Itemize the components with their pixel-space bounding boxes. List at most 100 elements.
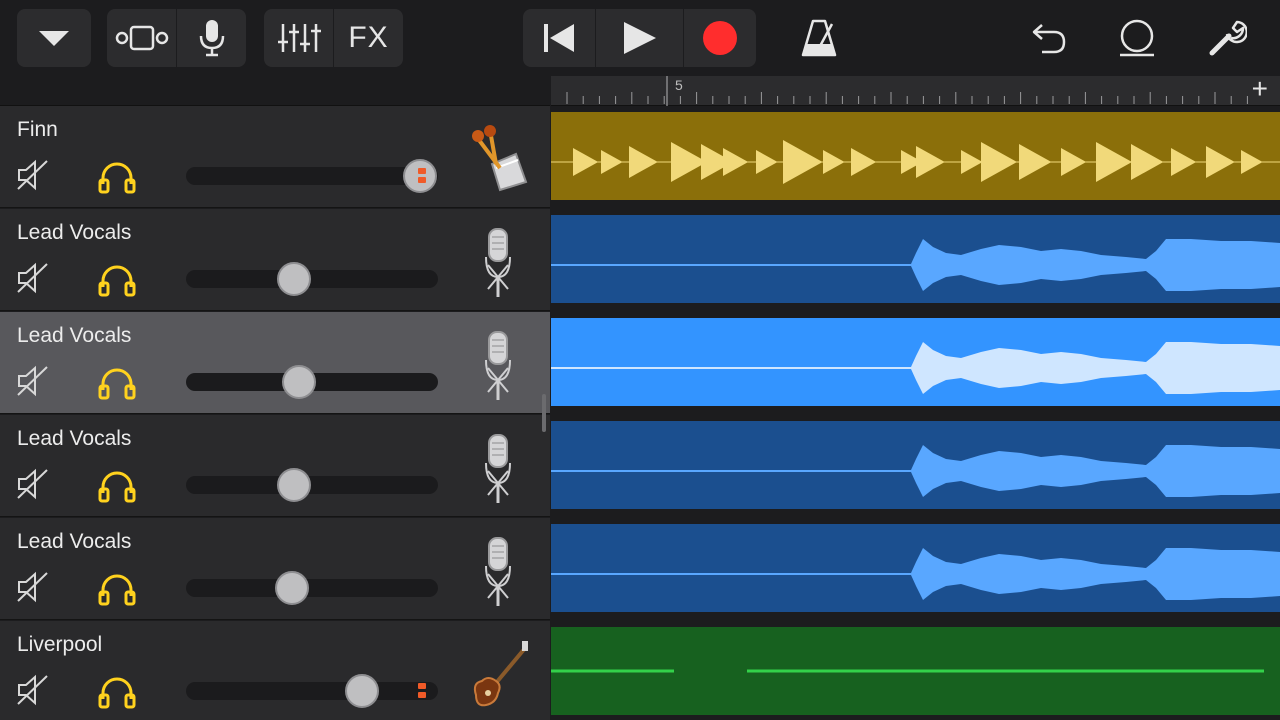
instrument-button[interactable]: [466, 330, 530, 404]
solo-button[interactable]: [97, 261, 137, 297]
speaker-muted-icon: [17, 571, 48, 603]
track-name: Finn: [17, 118, 58, 141]
instrument-button[interactable]: [466, 227, 530, 301]
mute-button[interactable]: [16, 571, 50, 603]
instrument-button[interactable]: [466, 124, 530, 198]
volume-slider-knob[interactable]: [277, 262, 312, 296]
volume-slider[interactable]: [186, 468, 438, 502]
region-waveform: [551, 669, 1264, 673]
instrument-button[interactable]: [466, 639, 530, 713]
region-waveform: [551, 548, 1280, 600]
percussion-icon: [472, 125, 528, 192]
settings-button[interactable]: [1198, 9, 1256, 67]
track-region[interactable]: [551, 627, 1280, 715]
browser-group: [17, 9, 91, 67]
speaker-muted-icon: [17, 468, 48, 500]
dropdown-icon: [39, 31, 69, 46]
volume-slider[interactable]: [186, 674, 438, 708]
bass-guitar-icon: [473, 641, 528, 707]
fx-button[interactable]: FX: [333, 9, 403, 67]
track-header[interactable]: Liverpool: [0, 621, 550, 720]
settings-wrench-icon: [1209, 20, 1247, 56]
timeline-ruler[interactable]: 5 +: [551, 74, 1280, 106]
rewind-button[interactable]: [523, 9, 595, 67]
microphone-icon: [199, 20, 224, 57]
volume-slider-knob[interactable]: [282, 365, 317, 399]
microphone-button[interactable]: [176, 9, 246, 67]
undo-icon: [1032, 24, 1066, 54]
level-meter: [418, 168, 428, 184]
fx-label: FX: [348, 21, 389, 54]
volume-slider-knob[interactable]: [274, 571, 309, 605]
track-region[interactable]: [551, 524, 1280, 612]
rewind-icon: [544, 24, 574, 52]
volume-slider[interactable]: [186, 365, 438, 399]
bar-number: 5: [675, 77, 683, 93]
view-group: [107, 9, 246, 67]
headphones-icon: [98, 574, 136, 606]
mute-button[interactable]: [16, 159, 50, 191]
region-waveform: [551, 445, 1280, 497]
headphones-icon: [98, 677, 136, 709]
add-section-button[interactable]: +: [1252, 74, 1268, 104]
track-header[interactable]: Lead Vocals: [0, 312, 550, 414]
solo-button[interactable]: [97, 673, 137, 709]
mute-button[interactable]: [16, 674, 50, 706]
headphones-icon: [98, 162, 136, 194]
solo-button[interactable]: [97, 467, 137, 503]
track-header-top-spacer: [0, 76, 550, 106]
mute-button[interactable]: [16, 468, 50, 500]
track-region[interactable]: [551, 318, 1280, 406]
loop-icon: [1120, 19, 1154, 57]
dropdown-button[interactable]: [17, 9, 91, 67]
headphones-icon: [98, 471, 136, 503]
track-header[interactable]: Lead Vocals: [0, 415, 550, 517]
track-region[interactable]: [551, 215, 1280, 303]
volume-slider[interactable]: [186, 159, 438, 193]
microphone-icon: [485, 228, 511, 297]
solo-button[interactable]: [97, 570, 137, 606]
track-header[interactable]: Lead Vocals: [0, 518, 550, 620]
speaker-muted-icon: [17, 674, 48, 706]
mixer-button[interactable]: [264, 9, 333, 67]
solo-button[interactable]: [97, 158, 137, 194]
instrument-button[interactable]: [466, 433, 530, 507]
level-meter: [418, 683, 428, 699]
mute-button[interactable]: [16, 262, 50, 294]
volume-slider-knob[interactable]: [277, 468, 312, 502]
play-icon: [623, 22, 656, 54]
track-name: Lead Vocals: [17, 530, 132, 553]
volume-slider[interactable]: [186, 571, 438, 605]
mute-button[interactable]: [16, 365, 50, 397]
loop-button[interactable]: [1108, 9, 1166, 67]
track-region[interactable]: [551, 112, 1280, 200]
tracks-view-icon: [115, 25, 168, 51]
scroll-indicator[interactable]: [542, 394, 546, 432]
track-header[interactable]: Finn: [0, 106, 550, 208]
mixer-icon: [277, 24, 321, 52]
track-lanes: [551, 106, 1280, 720]
record-icon: [703, 21, 737, 55]
undo-button[interactable]: [1020, 9, 1078, 67]
track-name: Lead Vocals: [17, 427, 132, 450]
region-waveform: [551, 342, 1280, 394]
track-region[interactable]: [551, 421, 1280, 509]
toolbar: FX: [0, 0, 1280, 76]
metronome-icon: [801, 19, 837, 57]
volume-slider[interactable]: [186, 262, 438, 296]
microphone-icon: [485, 537, 511, 606]
region-waveform: [551, 239, 1280, 291]
speaker-muted-icon: [17, 365, 48, 397]
solo-button[interactable]: [97, 364, 137, 400]
track-headers: Finn Lead Vocals Lead Vocals Lead Vocals Lea…: [0, 106, 550, 720]
track-header[interactable]: Lead Vocals: [0, 209, 550, 311]
play-button[interactable]: [595, 9, 683, 67]
instrument-button[interactable]: [466, 536, 530, 610]
volume-slider-knob[interactable]: [345, 674, 380, 708]
metronome-button[interactable]: [790, 9, 848, 67]
record-button[interactable]: [683, 9, 756, 67]
tracks-view-button[interactable]: [107, 9, 176, 67]
track-name: Liverpool: [17, 633, 103, 656]
headphones-icon: [98, 265, 136, 297]
ruler-ticks: [566, 76, 1248, 106]
